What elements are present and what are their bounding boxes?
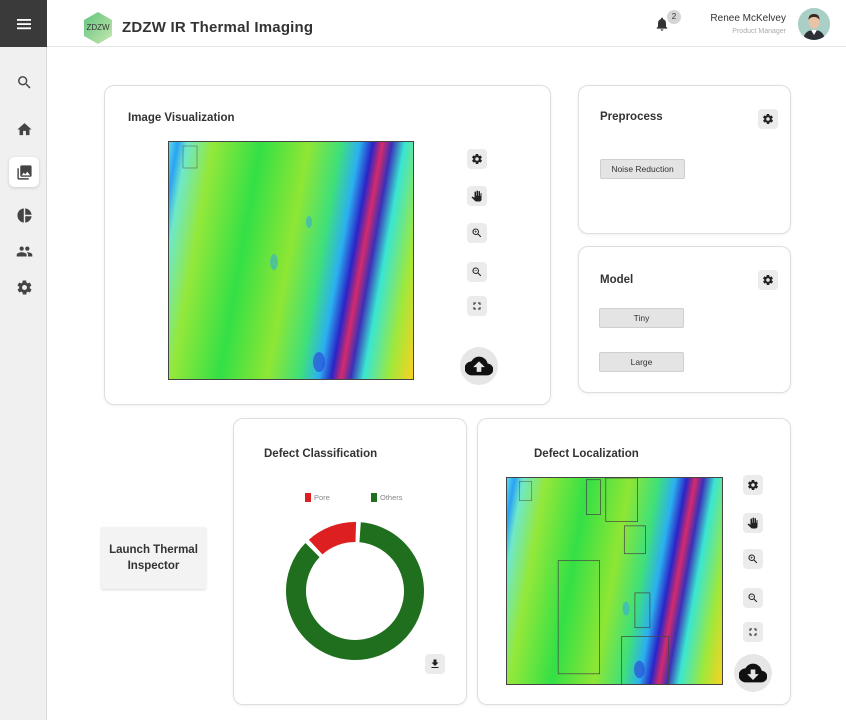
user-role: Product Manager — [732, 28, 786, 35]
viz-zoom-in-button[interactable] — [467, 223, 487, 243]
top-header: ZDZW ZDZW IR Thermal Imaging 2 Renee McK… — [47, 0, 846, 47]
settings-icon — [748, 480, 758, 490]
legend-label-others: Others — [380, 493, 403, 502]
legend-item-pore: Pore — [305, 493, 330, 502]
model-settings-button[interactable] — [758, 270, 778, 290]
gear-icon — [17, 279, 31, 295]
home-icon — [16, 122, 32, 135]
settings-icon — [472, 154, 482, 164]
sidebar-item-users[interactable] — [9, 236, 39, 266]
pan-hand-icon — [747, 517, 758, 529]
model-large-button[interactable]: Large — [599, 352, 684, 372]
notification-count-badge: 2 — [667, 10, 681, 24]
fullscreen-icon — [749, 628, 757, 636]
image-visualization-panel: Image Visualization — [104, 85, 551, 405]
fullscreen-icon — [473, 302, 481, 310]
settings-icon — [763, 275, 773, 285]
legend-label-pore: Pore — [314, 493, 330, 502]
loc-settings-button[interactable] — [743, 475, 763, 495]
loc-zoom-out-button[interactable] — [743, 588, 763, 608]
cloud-upload-icon — [465, 356, 493, 376]
pan-hand-icon — [471, 190, 482, 202]
pie-chart-icon — [16, 207, 32, 223]
sidebar — [0, 0, 47, 720]
model-panel: Model Tiny Large — [578, 246, 791, 393]
upload-image-button[interactable] — [460, 347, 498, 385]
viz-zoom-out-button[interactable] — [467, 262, 487, 282]
model-tiny-button[interactable]: Tiny — [599, 308, 684, 328]
launch-thermal-inspector-button[interactable]: Launch Thermal Inspector — [101, 527, 206, 589]
download-results-button[interactable] — [734, 654, 772, 692]
logo-text: ZDZW — [86, 23, 110, 32]
sidebar-item-gallery[interactable] — [9, 157, 39, 187]
defect-classification-panel: Defect Classification Pore Others — [233, 418, 467, 705]
zoom-in-icon — [748, 554, 758, 564]
app-title: ZDZW IR Thermal Imaging — [122, 19, 314, 36]
viz-settings-button[interactable] — [467, 149, 487, 169]
preprocess-settings-button[interactable] — [758, 109, 778, 129]
image-visualization-title: Image Visualization — [128, 112, 235, 124]
hamburger-menu-button[interactable] — [0, 0, 47, 47]
users-icon — [16, 246, 32, 256]
loc-zoom-in-button[interactable] — [743, 549, 763, 569]
loc-pan-button[interactable] — [743, 513, 763, 533]
cloud-download-icon — [739, 663, 767, 683]
legend-swatch-others — [371, 493, 377, 502]
download-icon — [431, 659, 439, 668]
model-title: Model — [600, 274, 634, 286]
sidebar-item-settings[interactable] — [9, 272, 39, 302]
noise-reduction-button[interactable]: Noise Reduction — [600, 159, 685, 179]
viz-pan-button[interactable] — [467, 186, 487, 206]
hamburger-icon — [16, 18, 31, 29]
defect-donut-chart — [284, 520, 426, 662]
loc-fullscreen-button[interactable] — [743, 622, 763, 642]
legend-swatch-pore — [305, 493, 311, 502]
localization-image-view[interactable] — [506, 477, 723, 685]
avatar-image — [798, 8, 830, 40]
sidebar-item-analytics[interactable] — [9, 200, 39, 230]
user-avatar[interactable] — [798, 8, 830, 40]
localization-thermal-image — [507, 478, 722, 684]
defect-classification-heading: Defect Classification — [264, 448, 378, 460]
zoom-in-icon — [472, 228, 482, 238]
defect-localization-panel: Defect Localization — [477, 418, 791, 705]
user-name: Renee McKelvey — [710, 13, 786, 24]
zoom-out-icon — [748, 593, 758, 603]
sidebar-item-search[interactable] — [9, 67, 39, 97]
app-root: ZDZW ZDZW IR Thermal Imaging 2 Renee McK… — [0, 0, 846, 720]
thermal-image-view[interactable] — [168, 141, 414, 380]
app-logo: ZDZW — [83, 11, 113, 45]
classification-download-button[interactable] — [425, 654, 445, 674]
legend-item-others: Others — [371, 493, 403, 502]
sidebar-item-home[interactable] — [9, 114, 39, 144]
search-icon — [17, 75, 31, 89]
gallery-icon — [16, 164, 32, 180]
defect-localization-title: Defect Localization — [534, 448, 639, 460]
settings-icon — [763, 114, 773, 124]
preprocess-panel: Preprocess Noise Reduction — [578, 85, 791, 234]
thermal-image — [169, 142, 413, 379]
preprocess-title: Preprocess — [600, 111, 663, 123]
zoom-out-icon — [472, 267, 482, 277]
viz-fullscreen-button[interactable] — [467, 296, 487, 316]
